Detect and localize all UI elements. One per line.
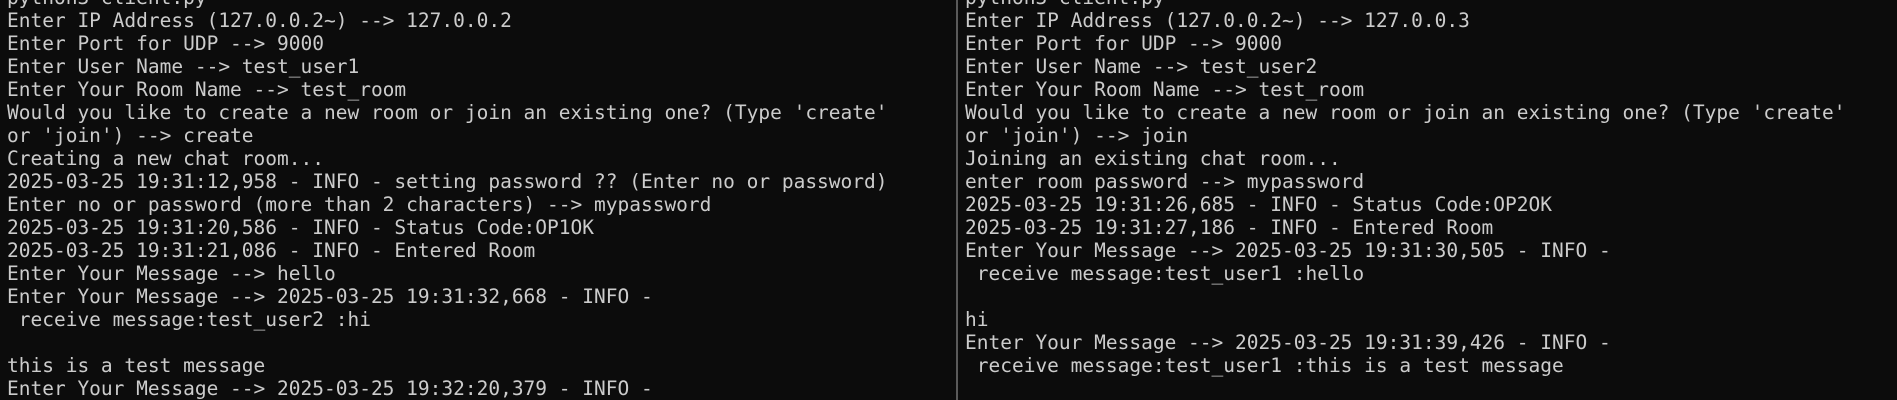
terminal-line: python3 client.py [7,0,888,9]
terminal-output-right[interactable]: python3 client.pyEnter IP Address (127.0… [965,0,1846,377]
terminal-line: Enter User Name --> test_user2 [965,55,1318,78]
terminal-line: Would you like to create a new room or j… [7,101,888,124]
terminal-line: Enter Your Room Name --> test_room [965,78,1365,101]
terminal-line: Enter Port for UDP --> 9000 [965,32,1282,55]
terminal-line: or 'join') --> join [965,124,1189,147]
terminal-pane-right[interactable]: python3 client.pyEnter IP Address (127.0… [958,0,1897,400]
terminal-line: Enter Your Message --> hello [7,262,336,285]
terminal-line: Creating a new chat room... [7,147,324,170]
terminal-line: Enter Port for UDP --> 9000 [7,32,324,55]
terminal-line: Enter Your Message --> 2025-03-25 19:31:… [7,285,653,308]
terminal-line: this is a test message [7,354,266,377]
terminal-line: 2025-03-25 19:31:20,586 - INFO - Status … [7,216,594,239]
terminal-line: Joining an existing chat room... [965,147,1341,170]
terminal-line: Enter no or password (more than 2 charac… [7,193,712,216]
terminal-line: Enter User Name --> test_user1 [7,55,360,78]
terminal-line: Enter IP Address (127.0.0.2~) --> 127.0.… [7,9,512,32]
terminal-output-left[interactable]: python3 client.pyEnter IP Address (127.0… [7,0,888,400]
terminal-line: Enter IP Address (127.0.0.2~) --> 127.0.… [965,9,1470,32]
terminal-line: hi [965,308,989,331]
terminal-line: 2025-03-25 19:31:12,958 - INFO - setting… [7,170,888,193]
terminal-line: Enter Your Room Name --> test_room [7,78,407,101]
terminal-line: 2025-03-25 19:31:21,086 - INFO - Entered… [7,239,536,262]
terminal-split-view: python3 client.pyEnter IP Address (127.0… [0,0,1897,400]
terminal-line: receive message:test_user2 :hi [7,308,371,331]
terminal-line: enter room password --> mypassword [965,170,1365,193]
terminal-line: Would you like to create a new room or j… [965,101,1846,124]
terminal-line: or 'join') --> create [7,124,254,147]
terminal-line: Enter Your Message --> 2025-03-25 19:32:… [7,377,653,400]
terminal-line: receive message:test_user1 :hello [965,262,1365,285]
terminal-line: Enter Your Message --> 2025-03-25 19:31:… [965,239,1611,262]
terminal-line: receive message:test_user1 :this is a te… [965,354,1564,377]
terminal-line: Enter Your Message --> 2025-03-25 19:31:… [965,331,1611,354]
terminal-pane-left[interactable]: python3 client.pyEnter IP Address (127.0… [0,0,956,400]
terminal-line: 2025-03-25 19:31:27,186 - INFO - Entered… [965,216,1494,239]
terminal-line: python3 client.py [965,0,1846,9]
terminal-line: 2025-03-25 19:31:26,685 - INFO - Status … [965,193,1552,216]
